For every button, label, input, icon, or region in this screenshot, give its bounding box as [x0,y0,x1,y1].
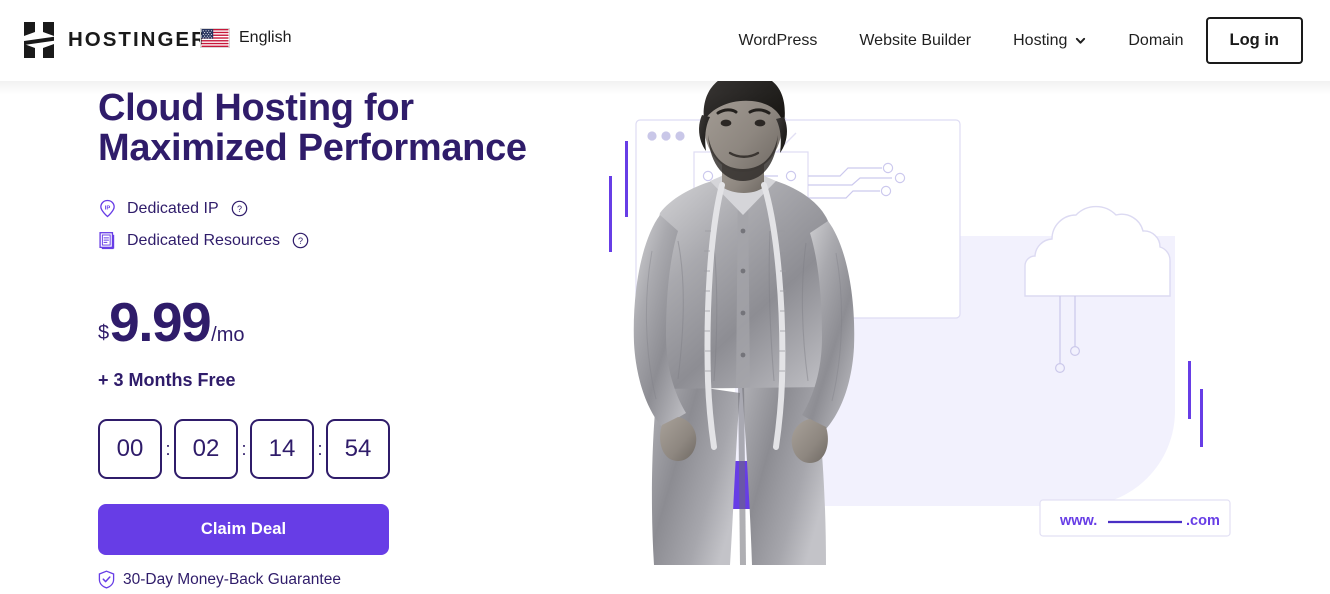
nav-item-label: Domain [1128,32,1184,49]
chevron-down-icon [1076,37,1086,44]
price-display: $ 9.99 /mo [98,295,568,350]
svg-text:?: ? [298,236,303,246]
brand-name: HOSTINGER [68,28,208,51]
timer-separator: : [317,438,323,459]
timer-hours: 02 [174,419,238,479]
nav-item-wordpress[interactable]: WordPress [718,17,839,64]
nav-item-label: Hosting [1013,32,1068,49]
login-button[interactable]: Log in [1205,17,1303,64]
countdown-timer: 00 : 02 : 14 : 54 [98,419,568,479]
feature-dedicated-ip: IP Dedicated IP ? [98,195,568,222]
timer-seconds: 54 [326,419,390,479]
site-header: HOSTINGER English WordPress Website Buil… [0,0,1330,81]
bonus-text: + 3 Months Free [98,370,236,390]
accent-bar [1200,389,1203,447]
feature-list: IP Dedicated IP ? Dedicated Resources ? [98,195,568,254]
price-currency: $ [98,322,110,344]
person-photo [633,81,855,565]
cloud-icon [1024,205,1171,297]
feature-dedicated-resources: Dedicated Resources ? [98,227,568,254]
nav-item-label: WordPress [738,32,818,49]
svg-text:IP: IP [105,205,111,211]
url-suffix: .com [1186,513,1220,529]
feature-label: Dedicated Resources [127,231,280,249]
price-amount: 9.99 [109,291,212,353]
ip-pin-icon: IP [100,199,115,218]
hero-illustration: www. .com [600,81,1330,594]
language-label: English [239,29,292,46]
feature-label: Dedicated IP [127,199,219,217]
claim-deal-button[interactable]: Claim Deal [98,504,389,555]
main-nav: WordPress Website Builder Hosting Domain… [718,17,1303,64]
shield-check-icon [98,570,115,589]
hero-section: www. .com Cloud Hosting for Maximized Pe… [0,81,1330,594]
timer-minutes: 14 [250,419,314,479]
us-flag-icon [200,28,230,48]
guarantee-label: 30-Day Money-Back Guarantee [123,570,341,588]
timer-days: 00 [98,419,162,479]
brand-logo[interactable]: HOSTINGER [24,22,208,58]
resources-document-icon [99,232,115,250]
nav-item-domain[interactable]: Domain [1107,17,1205,64]
url-prefix: www. [1059,513,1097,529]
timer-separator: : [165,438,171,459]
accent-bar [1188,361,1191,419]
nav-item-label: Website Builder [859,32,972,49]
price-period: /mo [211,324,245,346]
question-mark-icon[interactable]: ? [231,200,248,217]
timer-separator: : [241,438,247,459]
page-title: Cloud Hosting for Maximized Performance [98,87,527,169]
money-back-guarantee: 30-Day Money-Back Guarantee [98,570,568,589]
question-mark-icon[interactable]: ? [292,232,309,249]
nav-item-hosting[interactable]: Hosting [992,17,1107,64]
hostinger-h-logo-icon [24,22,54,58]
svg-text:?: ? [237,204,242,214]
hero-copy: Cloud Hosting for Maximized Performance … [98,88,568,589]
nav-item-website-builder[interactable]: Website Builder [838,17,992,64]
language-selector[interactable]: English [200,28,291,48]
page-root: HOSTINGER English WordPress Website Buil… [0,0,1330,594]
